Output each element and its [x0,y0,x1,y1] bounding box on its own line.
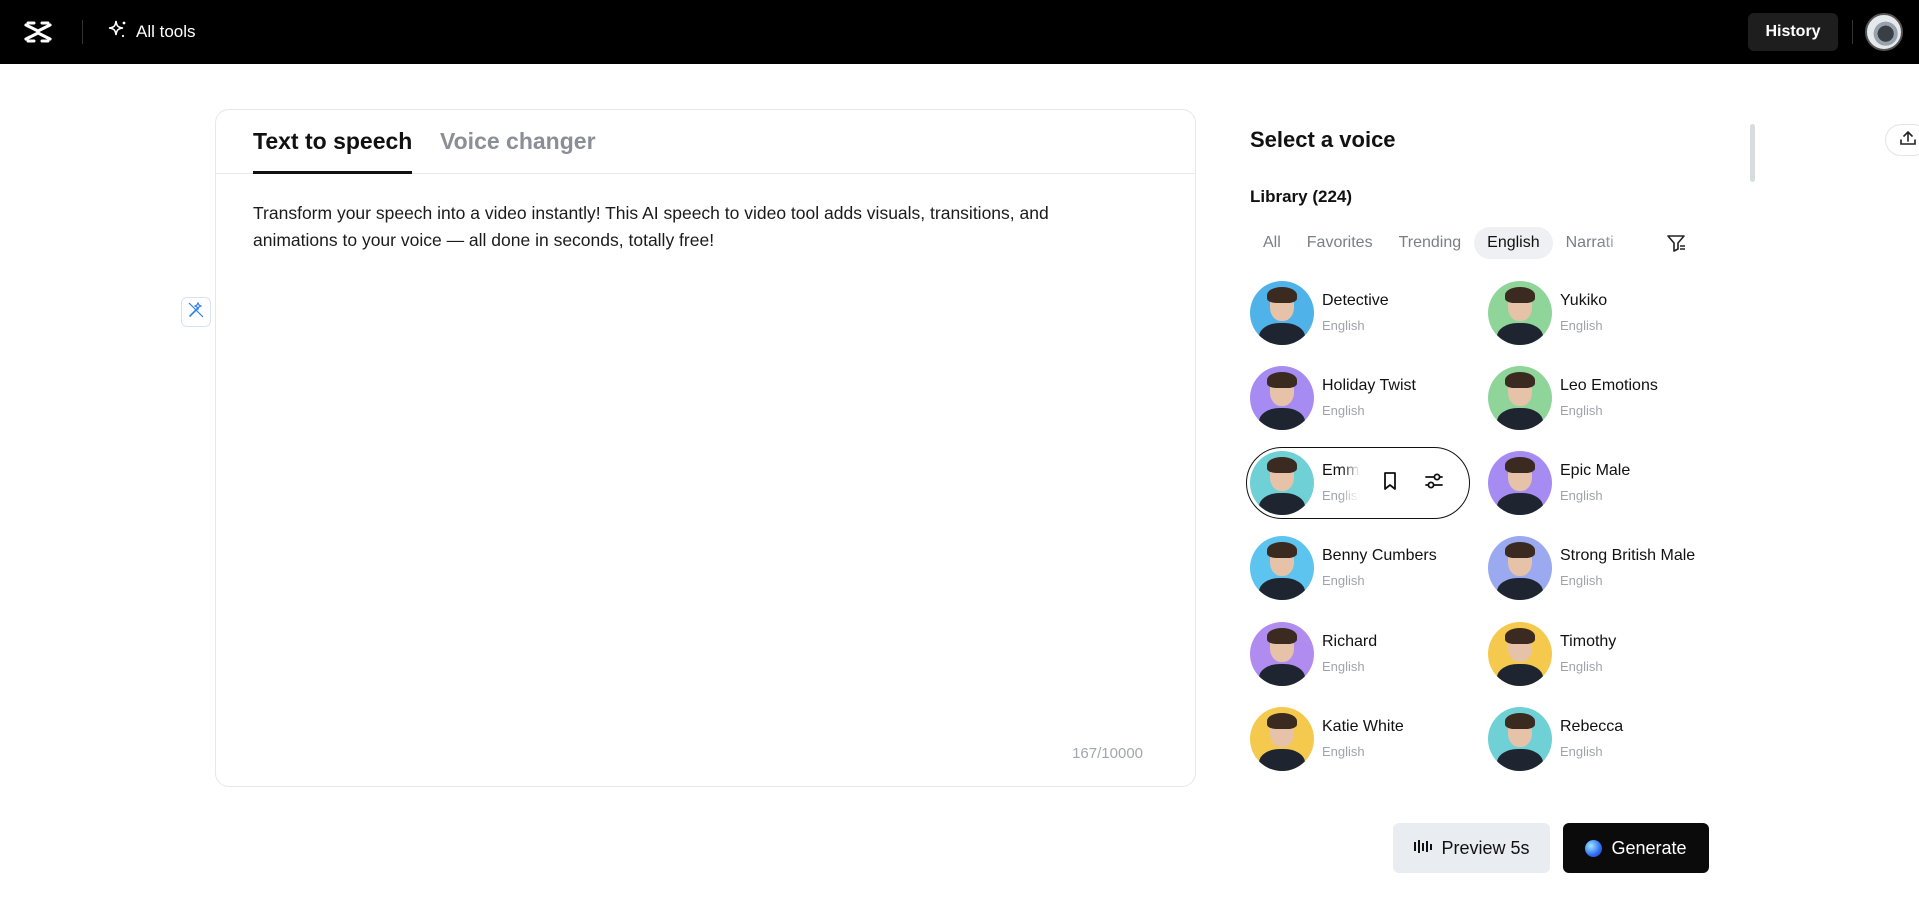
voice-info: Yukiko English [1560,290,1607,336]
voice-avatar [1250,451,1314,515]
sparkle-icon [106,19,128,46]
script-text-area[interactable]: Transform your speech into a video insta… [253,200,1133,254]
voice-item[interactable]: Epic Male English [1488,448,1720,518]
voice-name: Holiday Twist [1322,377,1416,394]
filter-english[interactable]: English [1474,227,1553,259]
voice-avatar [1488,366,1552,430]
voice-avatar [1250,281,1314,345]
character-count: 167/10000 [1072,745,1143,762]
voice-settings-sliders-icon[interactable] [1423,470,1445,492]
filter-funnel-icon[interactable] [1665,232,1687,254]
voice-avatar [1488,451,1552,515]
voice-language: English [1560,573,1603,588]
tab-voice-changer[interactable]: Voice changer [440,128,596,174]
voice-language: English [1560,659,1603,674]
voice-name: Emma [1322,462,1360,479]
filter-trending[interactable]: Trending [1386,227,1475,259]
voice-info: Detective English [1322,290,1389,336]
voice-language: English [1322,403,1365,418]
voice-avatar [1250,622,1314,686]
voice-language: English [1560,744,1603,759]
all-tools-label: All tools [136,22,196,41]
voice-item[interactable]: Strong British Male English [1488,533,1720,603]
voice-name: Epic Male [1560,462,1631,479]
magic-edit-button[interactable] [181,297,211,327]
generate-orb-icon [1585,839,1603,857]
magic-wand-icon [187,301,205,324]
text-editor-card: Text to speech Voice changer Transform y… [215,109,1196,787]
voice-item[interactable]: Benny Cumbers English [1250,533,1482,603]
voice-item[interactable]: Katie White English [1250,704,1482,774]
voice-avatar [1488,281,1552,345]
filter-favorites[interactable]: Favorites [1294,227,1386,259]
voice-language: English [1560,403,1603,418]
generate-label: Generate [1611,837,1687,858]
top-bar: All tools History [0,0,1919,64]
voice-info: Timothy English [1560,631,1616,677]
voice-language: English [1322,573,1365,588]
voice-info: Strong British Male English [1560,545,1695,591]
voice-name: Timothy [1560,633,1617,650]
voice-language: English [1322,659,1365,674]
voice-item[interactable]: Emma English [1246,447,1470,519]
voice-info: Richard English [1322,631,1377,677]
voice-language: English [1322,318,1365,333]
voice-item[interactable]: Richard English [1250,619,1482,689]
capcut-logo-icon[interactable] [22,16,54,48]
voice-info: Rebecca English [1560,716,1623,762]
voice-language: English [1560,318,1603,333]
voice-name: Richard [1322,633,1378,650]
voice-info: Katie White English [1322,716,1404,762]
voice-item[interactable]: Timothy English [1488,619,1720,689]
voice-name: Yukiko [1560,292,1608,309]
upload-icon [1898,128,1918,153]
voice-item[interactable]: Rebecca English [1488,704,1720,774]
voice-language: English [1322,744,1365,759]
top-divider-right [1852,20,1853,44]
generate-button[interactable]: Generate [1563,823,1709,873]
voice-info: Holiday Twist English [1322,375,1416,421]
chips-fade-overlay [1600,227,1655,259]
voice-actions [1379,470,1445,492]
voice-name: Katie White [1322,718,1404,735]
export-button[interactable] [1885,124,1919,156]
voice-avatar [1488,707,1552,771]
bookmark-icon[interactable] [1379,470,1401,492]
scrollbar-thumb[interactable] [1750,124,1755,182]
library-count: Library (224) [1250,187,1353,206]
voice-item[interactable]: Detective English [1250,278,1482,348]
voice-info: Benny Cumbers English [1322,545,1437,591]
voice-name: Strong British Male [1560,547,1696,564]
filter-all[interactable]: All [1250,227,1294,259]
all-tools-button[interactable]: All tools [106,16,196,48]
voice-avatar [1250,366,1314,430]
voice-list-scrollbar[interactable] [1749,113,1755,783]
voice-avatar [1250,536,1314,600]
user-avatar[interactable] [1865,13,1903,51]
editor-tabs: Text to speech Voice changer [216,110,1195,174]
voice-item[interactable]: Leo Emotions English [1488,363,1720,433]
voice-info: Epic Male English [1560,460,1630,506]
voice-info: Leo Emotions English [1560,375,1658,421]
voice-info: Emma English [1322,460,1360,506]
voice-item[interactable]: Holiday Twist English [1250,363,1482,433]
top-divider [82,20,83,44]
voice-name: Benny Cumbers [1322,547,1437,564]
waveform-icon [1413,838,1433,859]
voice-language: English [1560,488,1603,503]
voice-name: Detective [1322,292,1389,309]
history-button[interactable]: History [1748,13,1838,51]
voice-name: Rebecca [1560,718,1624,735]
voice-item[interactable]: Yukiko English [1488,278,1720,348]
voice-avatar [1488,536,1552,600]
tab-text-to-speech[interactable]: Text to speech [253,128,413,174]
voice-avatar [1250,707,1314,771]
voice-avatar [1488,622,1552,686]
preview-button[interactable]: Preview 5s [1393,823,1550,873]
voice-name: Leo Emotions [1560,377,1658,394]
preview-label: Preview 5s [1441,837,1530,858]
select-voice-title: Select a voice [1250,127,1396,152]
voice-language: English [1322,488,1360,503]
